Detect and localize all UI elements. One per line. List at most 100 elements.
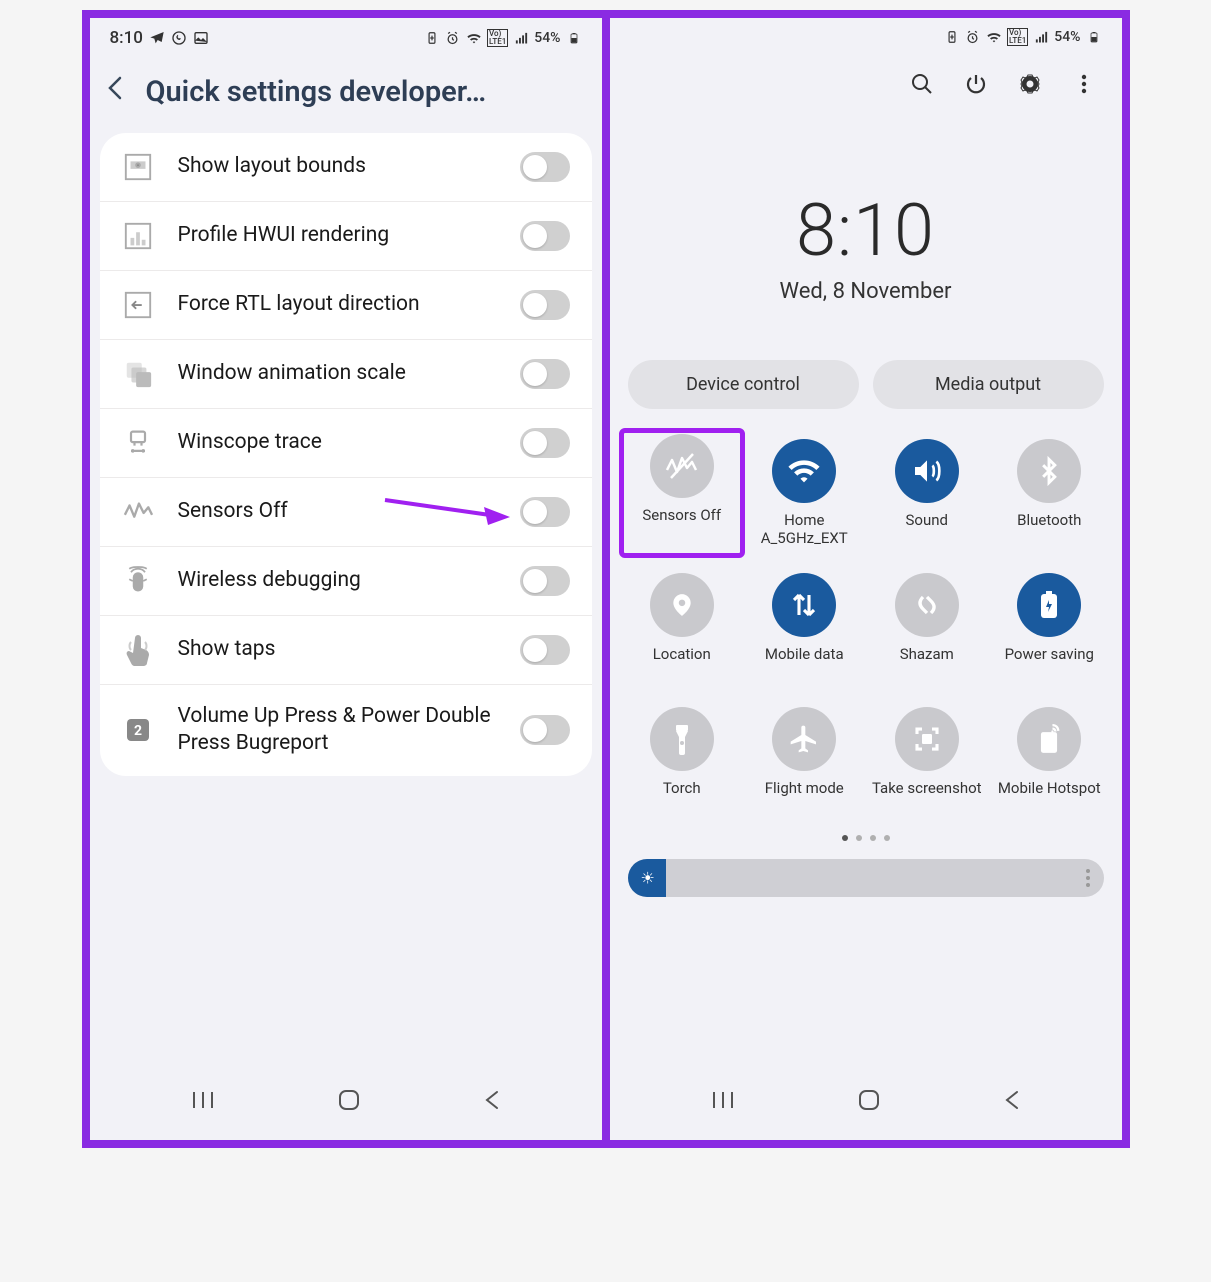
battery-icon: [1086, 29, 1102, 45]
tile-label: Mobile Hotspot: [998, 779, 1101, 815]
settings-screen: 8:10 Vo)LTE1 54% Quick settings develope…: [86, 14, 606, 1144]
more-icon[interactable]: [1072, 72, 1096, 102]
recents-button[interactable]: [711, 1090, 735, 1114]
tile-flight-mode[interactable]: Flight mode: [746, 701, 863, 821]
tile-location[interactable]: Location: [624, 567, 741, 687]
sound-icon: [895, 439, 959, 503]
toggle[interactable]: [520, 221, 570, 251]
tile-label: Flight mode: [765, 779, 844, 815]
nav-bar: [90, 1068, 602, 1140]
back-nav-button[interactable]: [1003, 1088, 1021, 1116]
wireless-debug-icon: [122, 565, 154, 597]
sun-icon: ☀: [641, 869, 655, 888]
back-button[interactable]: [106, 74, 124, 109]
setting-label: Show taps: [178, 636, 496, 663]
settings-list: Show layout bounds Profile HWUI renderin…: [100, 133, 592, 776]
tile-label: Shazam: [900, 645, 954, 681]
tile-power-saving[interactable]: Power saving: [991, 567, 1108, 687]
tile-screenshot[interactable]: Take screenshot: [869, 701, 986, 821]
toggle[interactable]: [520, 566, 570, 596]
winscope-icon: [122, 427, 154, 459]
clock: 8:10 Wed, 8 November: [610, 188, 1122, 304]
location-icon: [650, 573, 714, 637]
setting-label: Profile HWUI rendering: [178, 222, 496, 249]
taps-icon: [122, 634, 154, 666]
hwui-icon: [122, 220, 154, 252]
tile-label: Take screenshot: [872, 779, 982, 815]
panel-actions: [610, 54, 1122, 112]
alarm-icon: [965, 29, 981, 45]
tile-wifi[interactable]: Home A_5GHz_EXT: [746, 433, 863, 553]
brightness-slider[interactable]: ☀: [628, 859, 1104, 897]
home-button[interactable]: [857, 1088, 881, 1116]
page-title: Quick settings developer…: [146, 75, 487, 109]
setting-label: Winscope trace: [178, 429, 496, 456]
setting-label: Volume Up Press & Power Double Press Bug…: [178, 703, 496, 758]
volte-icon: Vo)LTE1: [487, 29, 508, 47]
slider-menu-icon[interactable]: [1086, 869, 1090, 887]
tile-label: Power saving: [1005, 645, 1094, 681]
torch-icon: [650, 707, 714, 771]
battery-saver-icon: [424, 30, 440, 46]
battery-percent: 54%: [534, 30, 560, 46]
toggle[interactable]: [520, 428, 570, 458]
tile-label: Bluetooth: [1017, 511, 1081, 547]
status-bar: 8:10 Vo)LTE1 54%: [90, 18, 602, 56]
shazam-icon: [895, 573, 959, 637]
setting-label: Force RTL layout direction: [178, 291, 496, 318]
device-control-button[interactable]: Device control: [628, 360, 859, 409]
toggle[interactable]: [520, 715, 570, 745]
back-nav-button[interactable]: [483, 1088, 501, 1116]
setting-wireless-debugging[interactable]: Wireless debugging: [100, 547, 592, 616]
tile-label: Mobile data: [765, 645, 844, 681]
setting-window-animation[interactable]: Window animation scale: [100, 340, 592, 409]
media-output-button[interactable]: Media output: [873, 360, 1104, 409]
recents-button[interactable]: [191, 1090, 215, 1114]
setting-show-taps[interactable]: Show taps: [100, 616, 592, 685]
sensors-off-icon: [650, 434, 714, 498]
power-icon[interactable]: [964, 72, 988, 102]
gear-icon[interactable]: [1018, 72, 1042, 102]
bugreport-icon: 2: [122, 714, 154, 746]
tile-label: Home A_5GHz_EXT: [748, 511, 861, 547]
home-button[interactable]: [337, 1088, 361, 1116]
setting-label: Sensors Off: [178, 498, 496, 525]
toggle[interactable]: [520, 290, 570, 320]
setting-force-rtl[interactable]: Force RTL layout direction: [100, 271, 592, 340]
tile-bluetooth[interactable]: Bluetooth: [991, 433, 1108, 553]
battery-icon: [566, 30, 582, 46]
setting-bugreport[interactable]: 2 Volume Up Press & Power Double Press B…: [100, 685, 592, 776]
search-icon[interactable]: [910, 72, 934, 102]
tile-hotspot[interactable]: Mobile Hotspot: [991, 701, 1108, 821]
battery-percent: 54%: [1054, 29, 1080, 45]
toggle[interactable]: [520, 359, 570, 389]
toggle[interactable]: [520, 497, 570, 527]
tile-label: Sound: [906, 511, 948, 547]
setting-winscope[interactable]: Winscope trace: [100, 409, 592, 478]
signal-icon: [1033, 29, 1049, 45]
page-indicator: [610, 835, 1122, 841]
signal-icon: [513, 30, 529, 46]
animation-icon: [122, 358, 154, 390]
hotspot-icon: [1017, 707, 1081, 771]
tile-torch[interactable]: Torch: [624, 701, 741, 821]
setting-sensors-off[interactable]: Sensors Off: [100, 478, 592, 547]
setting-show-layout-bounds[interactable]: Show layout bounds: [100, 133, 592, 202]
quick-tiles: Sensors Off Home A_5GHz_EXT Sound Blueto…: [610, 433, 1122, 821]
setting-profile-hwui[interactable]: Profile HWUI rendering: [100, 202, 592, 271]
tile-sound[interactable]: Sound: [869, 433, 986, 553]
tile-shazam[interactable]: Shazam: [869, 567, 986, 687]
power-saving-icon: [1017, 573, 1081, 637]
tile-mobile-data[interactable]: Mobile data: [746, 567, 863, 687]
toggle[interactable]: [520, 635, 570, 665]
panel-date: Wed, 8 November: [610, 279, 1122, 304]
bluetooth-icon: [1017, 439, 1081, 503]
alarm-icon: [445, 30, 461, 46]
battery-saver-icon: [944, 29, 960, 45]
wifi-tile-icon: [772, 439, 836, 503]
status-bar: Vo)LTE1 54%: [610, 18, 1122, 54]
sensors-icon: [122, 496, 154, 528]
toggle[interactable]: [520, 152, 570, 182]
telegram-icon: [149, 30, 165, 46]
tile-sensors-off[interactable]: Sensors Off: [619, 428, 746, 558]
